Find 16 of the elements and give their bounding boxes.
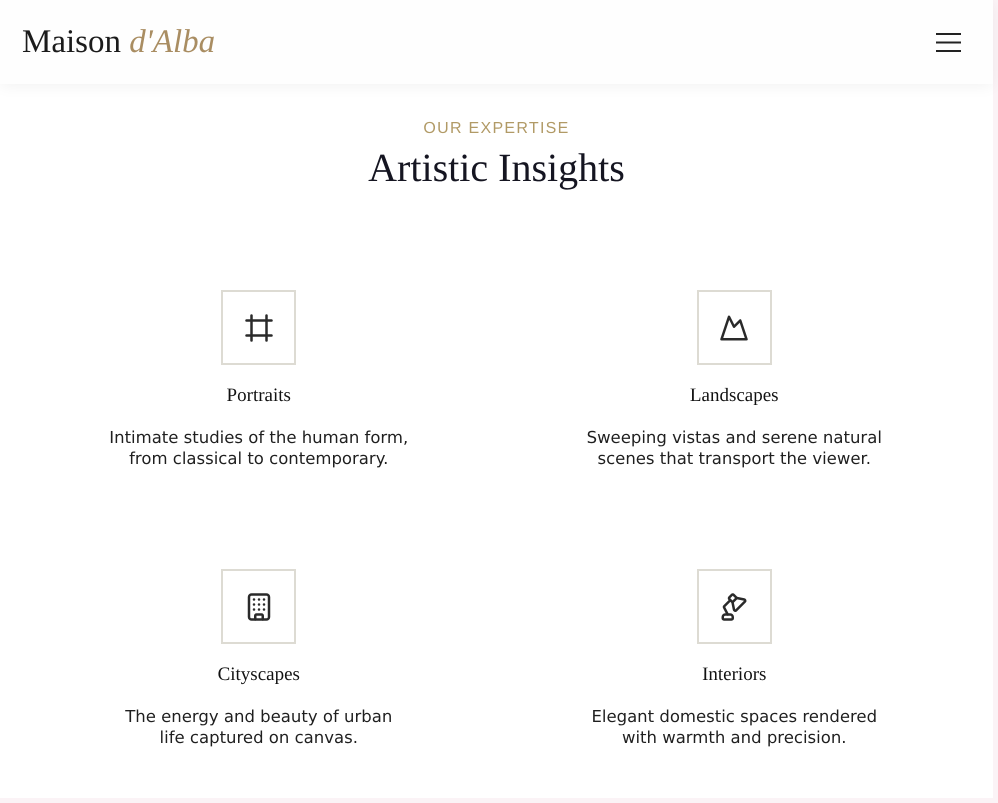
card-description: Elegant domestic spaces rendered with warmth and precision.	[590, 706, 878, 748]
card-title: Cityscapes	[218, 663, 300, 687]
card-description: Intimate studies of the human form, from classical to contemporary.	[108, 427, 410, 469]
building-icon	[221, 569, 296, 644]
card-title: Landscapes	[690, 384, 779, 408]
frame-icon	[221, 290, 296, 365]
card-title: Portraits	[226, 384, 291, 408]
card-title: Interiors	[702, 663, 766, 687]
section-heading: Artistic Insights	[368, 145, 625, 191]
mountain-icon	[696, 290, 772, 365]
card-description: The energy and beauty of urban life captured on canvas.	[124, 706, 394, 748]
desk-lamp-icon	[696, 569, 772, 644]
section-eyebrow: OUR EXPERTISE	[423, 119, 570, 139]
menu-icon	[936, 32, 960, 52]
card-description: Sweeping vistas and serene natural scenes that transport the viewer.	[586, 427, 883, 469]
brand-logo[interactable]: Maison d'Alba	[22, 26, 216, 58]
